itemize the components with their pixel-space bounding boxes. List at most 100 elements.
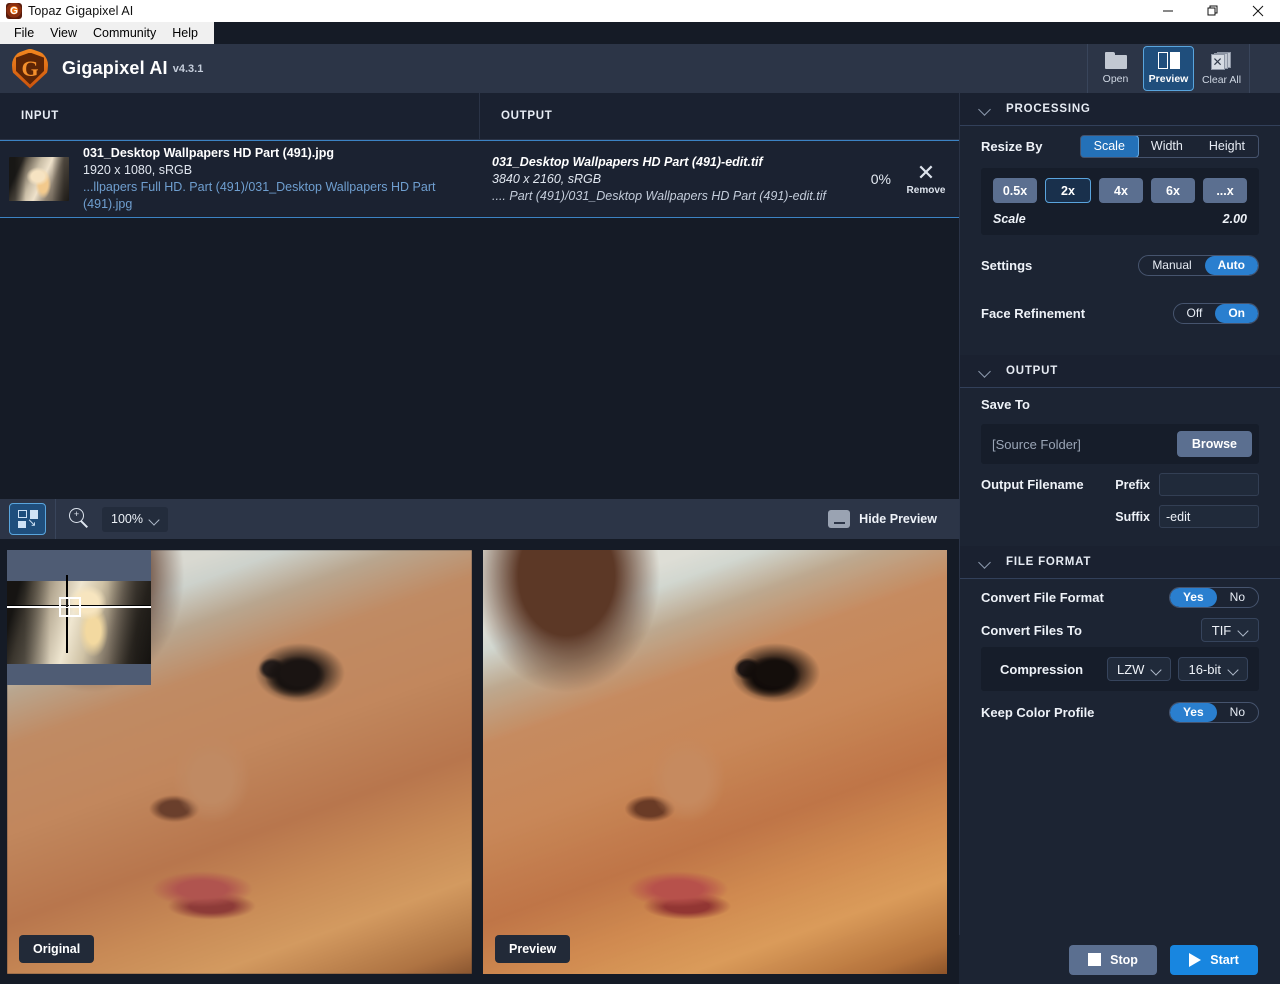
file-row-input: 031_Desktop Wallpapers HD Part (491).jpg…	[0, 145, 480, 213]
settings-sidebar: PROCESSING Resize By Scale Width Height …	[959, 93, 1280, 984]
file-row-input-text: 031_Desktop Wallpapers HD Part (491).jpg…	[83, 145, 480, 213]
zoom-level-select[interactable]: 100%	[102, 506, 168, 532]
settings-label: Settings	[981, 257, 1033, 273]
keep-color-profile-option-no[interactable]: No	[1217, 703, 1258, 722]
scale-value: 2.00	[1222, 212, 1247, 226]
file-row-output: 031_Desktop Wallpapers HD Part (491)-edi…	[480, 154, 959, 205]
menu-item-view[interactable]: View	[42, 22, 85, 44]
preview-button-label: Preview	[1148, 73, 1189, 85]
stop-button[interactable]: Stop	[1069, 944, 1157, 975]
face-refinement-toggle: Off On	[1172, 302, 1259, 324]
navigator-overlay[interactable]	[7, 550, 151, 685]
convert-file-format-row: Convert File Format Yes No	[981, 579, 1259, 615]
convert-files-to-select[interactable]: TIF	[1201, 618, 1259, 642]
output-section-header[interactable]: OUTPUT	[960, 355, 1280, 388]
clear-all-button[interactable]: ✕ Clear All	[1196, 46, 1247, 91]
toolbar-divider	[1087, 44, 1088, 93]
play-triangle-icon	[1189, 952, 1202, 967]
collapse-panel-icon	[828, 510, 851, 528]
preview-split-icon	[1157, 52, 1180, 69]
keep-color-profile-option-yes[interactable]: Yes	[1169, 702, 1217, 722]
output-section-body: Save To [Source Folder] Browse Output Fi…	[960, 388, 1280, 528]
menu-item-help[interactable]: Help	[164, 22, 206, 44]
prefix-input[interactable]	[1159, 473, 1259, 496]
hide-preview-button[interactable]: Hide Preview	[828, 510, 959, 528]
clear-all-button-label: Clear All	[1201, 73, 1242, 86]
workspace-empty-area	[0, 219, 959, 499]
action-footer: Stop Start	[959, 935, 1280, 984]
scale-preset-2x[interactable]: 2x	[1045, 178, 1091, 203]
brand-version: v4.3.1	[172, 62, 204, 75]
face-refinement-option-on[interactable]: On	[1215, 303, 1258, 323]
save-to-row: Save To	[981, 388, 1259, 420]
magnifier-plus-icon[interactable]: +	[69, 508, 91, 530]
compression-box: Compression LZW 16-bit	[981, 647, 1259, 691]
clear-all-icon: ✕	[1210, 51, 1233, 70]
original-label: Original	[19, 935, 95, 963]
column-header-input: INPUT	[0, 93, 480, 139]
output-filename: 031_Desktop Wallpapers HD Part (491)-edi…	[492, 154, 763, 169]
save-to-field[interactable]: [Source Folder] Browse	[981, 424, 1259, 464]
minimize-icon[interactable]	[1145, 0, 1190, 22]
restore-icon[interactable]	[1190, 0, 1235, 22]
scale-preset-6x[interactable]: 6x	[1151, 178, 1195, 203]
settings-option-manual[interactable]: Manual	[1139, 256, 1204, 275]
processing-section-header[interactable]: PROCESSING	[960, 93, 1280, 126]
scale-presets: 0.5x 2x 4x 6x ...x	[993, 178, 1247, 203]
file-format-section-title: FILE FORMAT	[1006, 556, 1092, 568]
preview-label: Preview	[495, 935, 571, 963]
start-button[interactable]: Start	[1170, 944, 1258, 975]
menu-item-file[interactable]: File	[6, 22, 42, 44]
preview-button[interactable]: Preview	[1143, 46, 1194, 91]
scale-preset-4x[interactable]: 4x	[1099, 178, 1143, 203]
remove-label: Remove	[906, 184, 946, 196]
remove-file-button[interactable]: ✕ Remove	[901, 161, 959, 196]
scale-preset-0-5x[interactable]: 0.5x	[993, 178, 1037, 203]
navigator-viewport-box[interactable]	[59, 597, 81, 617]
bit-depth-select[interactable]: 16-bit	[1178, 657, 1248, 681]
convert-file-format-option-no[interactable]: No	[1217, 588, 1258, 607]
compression-value: LZW	[1117, 661, 1145, 677]
chevron-down-icon	[1239, 627, 1248, 633]
menu-item-community[interactable]: Community	[85, 22, 164, 44]
toolbar-divider-right	[1249, 44, 1250, 93]
input-filename: 031_Desktop Wallpapers HD Part (491).jpg	[83, 146, 335, 160]
open-button[interactable]: Open	[1090, 46, 1141, 91]
file-list-row[interactable]: 031_Desktop Wallpapers HD Part (491).jpg…	[0, 140, 959, 218]
resize-by-option-height[interactable]: Height	[1196, 136, 1258, 157]
file-format-section-header[interactable]: FILE FORMAT	[960, 546, 1280, 579]
chevron-down-icon	[979, 105, 991, 113]
scale-preset-custom[interactable]: ...x	[1203, 178, 1247, 203]
browse-button[interactable]: Browse	[1176, 431, 1252, 457]
settings-option-auto[interactable]: Auto	[1204, 255, 1258, 275]
output-filename-suffix-row: Suffix	[981, 505, 1259, 528]
chevron-down-icon	[1229, 666, 1238, 672]
preview-toolbar-divider	[55, 499, 56, 539]
keep-color-profile-label: Keep Color Profile	[981, 704, 1095, 720]
header-toolbar: Open Preview ✕ Clear All	[1087, 44, 1280, 93]
resize-by-option-width[interactable]: Width	[1138, 136, 1196, 157]
suffix-input[interactable]	[1159, 505, 1259, 528]
output-filename-prefix-row: Output Filename Prefix	[981, 473, 1259, 496]
input-dimensions: 1920 x 1080, sRGB	[83, 163, 193, 177]
close-icon[interactable]	[1235, 0, 1280, 22]
chevron-down-icon	[979, 558, 991, 566]
compression-select[interactable]: LZW	[1107, 657, 1172, 681]
preview-output-pane[interactable]: Preview	[483, 550, 947, 974]
resize-by-option-scale[interactable]: Scale	[1080, 135, 1139, 157]
compression-label: Compression	[1000, 661, 1084, 677]
column-header-output: OUTPUT	[501, 110, 553, 122]
preview-panes: Original Preview	[0, 539, 959, 984]
processing-section-body: Resize By Scale Width Height 0.5x 2x 4x …	[960, 126, 1280, 335]
brand-name: Gigapixel AI	[62, 58, 168, 78]
convert-files-to-row: Convert Files To TIF	[981, 615, 1259, 645]
fit-to-window-button[interactable]: ↘	[9, 503, 46, 535]
keep-color-profile-toggle: Yes No	[1168, 701, 1259, 723]
menubar-background: File View Community Help	[0, 22, 214, 44]
output-section-title: OUTPUT	[1006, 365, 1059, 377]
face-refinement-option-off[interactable]: Off	[1174, 304, 1216, 323]
save-to-label: Save To	[981, 396, 1030, 412]
convert-file-format-option-yes[interactable]: Yes	[1169, 587, 1217, 607]
folder-icon	[1104, 52, 1127, 69]
compression-row: Compression LZW 16-bit	[992, 656, 1248, 682]
